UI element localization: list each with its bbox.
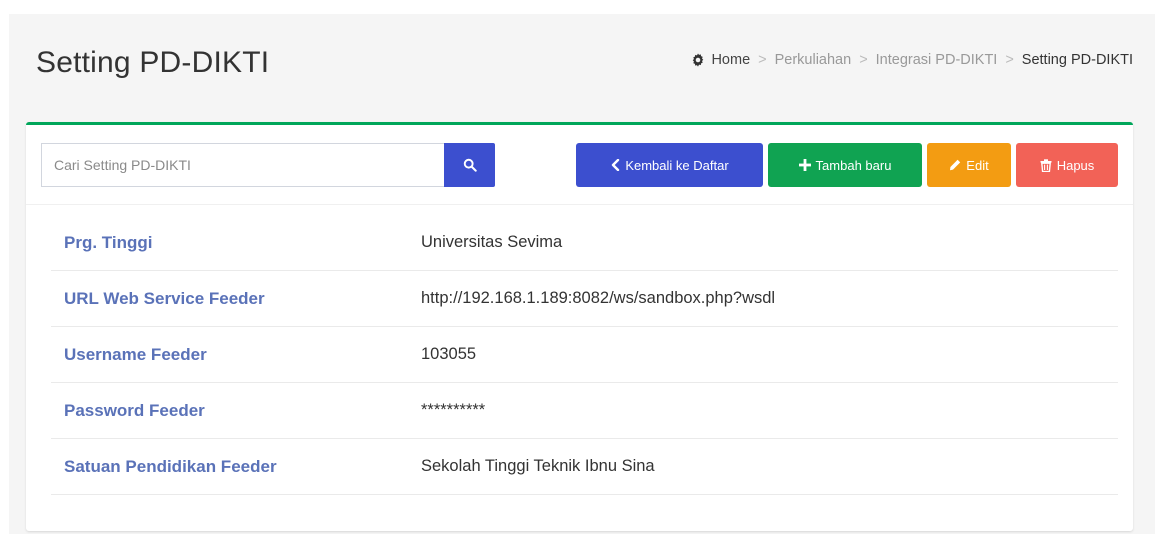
field-label: URL Web Service Feeder bbox=[51, 270, 421, 327]
breadcrumb-separator: > bbox=[758, 52, 767, 68]
search-button[interactable] bbox=[444, 143, 495, 187]
content-wrapper: Setting PD-DIKTI Home > Perkuliahan > In… bbox=[9, 14, 1155, 534]
chevron-left-icon bbox=[610, 159, 620, 171]
box-header: Kembali ke Daftar Tambah baru bbox=[26, 125, 1133, 205]
pencil-icon bbox=[949, 159, 961, 171]
field-value: 103055 bbox=[421, 326, 1118, 383]
detail-table: Prg. Tinggi Universitas Sevima URL Web S… bbox=[51, 215, 1118, 495]
delete-button-label: Hapus bbox=[1056, 157, 1095, 173]
trash-icon bbox=[1040, 158, 1052, 172]
table-row: Username Feeder 103055 bbox=[51, 326, 1118, 383]
gear-icon bbox=[691, 53, 705, 67]
search-input[interactable] bbox=[41, 143, 444, 187]
detail-box: Kembali ke Daftar Tambah baru bbox=[26, 122, 1133, 531]
breadcrumb-separator: > bbox=[859, 52, 868, 68]
search-group bbox=[41, 143, 495, 187]
back-button-label: Kembali ke Daftar bbox=[625, 157, 729, 173]
table-row: Password Feeder ********** bbox=[51, 382, 1118, 439]
edit-button-label: Edit bbox=[966, 157, 989, 173]
field-value: Universitas Sevima bbox=[421, 215, 1118, 271]
breadcrumb-perkuliahan[interactable]: Perkuliahan bbox=[775, 52, 852, 68]
table-row: URL Web Service Feeder http://192.168.1.… bbox=[51, 270, 1118, 327]
back-to-list-button[interactable]: Kembali ke Daftar bbox=[576, 143, 763, 187]
field-label: Prg. Tinggi bbox=[51, 215, 421, 271]
table-row: Prg. Tinggi Universitas Sevima bbox=[51, 215, 1118, 271]
delete-button[interactable]: Hapus bbox=[1016, 143, 1118, 187]
plus-icon bbox=[798, 159, 811, 171]
field-value: Sekolah Tinggi Teknik Ibnu Sina bbox=[421, 438, 1118, 495]
search-icon bbox=[463, 158, 477, 172]
field-value: http://192.168.1.189:8082/ws/sandbox.php… bbox=[421, 270, 1118, 327]
breadcrumb-home[interactable]: Home bbox=[711, 52, 750, 68]
breadcrumb-integrasi[interactable]: Integrasi PD-DIKTI bbox=[876, 52, 998, 68]
field-value: ********** bbox=[421, 382, 1118, 439]
field-label: Username Feeder bbox=[51, 326, 421, 383]
breadcrumb: Home > Perkuliahan > Integrasi PD-DIKTI … bbox=[691, 52, 1133, 68]
page-header: Setting PD-DIKTI Home > Perkuliahan > In… bbox=[9, 14, 1155, 122]
page-title: Setting PD-DIKTI bbox=[36, 46, 270, 79]
table-row: Satuan Pendidikan Feeder Sekolah Tinggi … bbox=[51, 438, 1118, 495]
breadcrumb-separator: > bbox=[1005, 52, 1014, 68]
field-label: Password Feeder bbox=[51, 382, 421, 439]
toolbar: Kembali ke Daftar Tambah baru Edit Hapus bbox=[576, 143, 1118, 187]
add-button-label: Tambah baru bbox=[815, 157, 892, 173]
add-new-button[interactable]: Tambah baru bbox=[768, 143, 922, 187]
breadcrumb-current: Setting PD-DIKTI bbox=[1021, 52, 1133, 68]
field-label: Satuan Pendidikan Feeder bbox=[51, 438, 421, 495]
edit-button[interactable]: Edit bbox=[927, 143, 1011, 187]
